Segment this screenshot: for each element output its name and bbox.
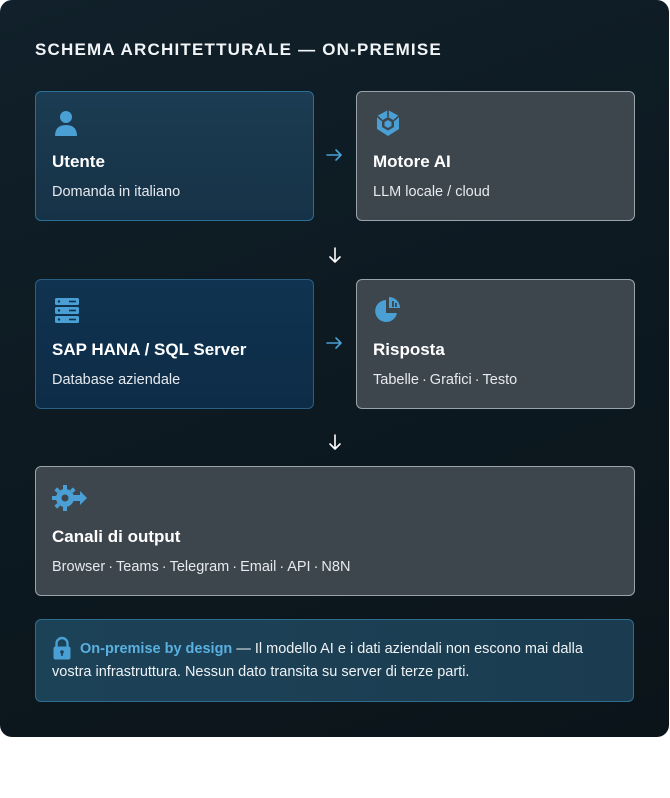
output-item: Tabelle — [373, 372, 419, 388]
separator: · — [161, 559, 167, 575]
output-channel: API — [287, 559, 311, 575]
card-title: Utente — [52, 152, 105, 171]
output-item: Grafici — [429, 372, 472, 388]
note-highlight: On-premise by design — [80, 641, 233, 657]
architecture-panel: SCHEMA ARCHITETTURALE — ON-PREMISE Utent… — [0, 0, 669, 737]
note-text: On-premise by design — Il modello AI e i… — [52, 638, 617, 684]
card-canali-output: Canali di output Browser · Teams · Telegram ·… — [35, 466, 635, 596]
output-channel: Teams — [116, 559, 159, 575]
page-title: SCHEMA ARCHITETTURALE — ON-PREMISE — [35, 40, 442, 59]
card-subtitle: LLM locale / cloud — [373, 184, 490, 200]
user-icon — [52, 108, 82, 138]
separator: · — [313, 559, 319, 575]
card-title: Canali di output — [52, 527, 181, 546]
arrow-down-icon — [328, 434, 342, 452]
server-icon — [52, 296, 82, 326]
output-channel: Browser — [52, 559, 106, 575]
separator: · — [279, 559, 285, 575]
output-channel: Telegram — [169, 559, 230, 575]
card-utente: Utente Domanda in italiano — [35, 91, 314, 221]
card-title: SAP HANA / SQL Server — [52, 340, 247, 359]
card-risposta: Risposta Tabelle · Grafici · Testo — [356, 279, 635, 409]
arrow-down-icon — [328, 247, 342, 265]
arrow-right-icon — [326, 148, 344, 162]
ai-cube-icon — [373, 108, 403, 138]
card-subtitle-list: Browser · Teams · Telegram · Email · API · N8N — [52, 559, 350, 575]
on-premise-note: On-premise by design — Il modello AI e i… — [35, 619, 634, 702]
card-motore-ai: Motore AI LLM locale / cloud — [356, 91, 635, 221]
output-item: Testo — [482, 372, 518, 388]
separator: · — [474, 372, 480, 388]
card-title: Risposta — [373, 340, 445, 359]
gear-arrow-icon — [52, 483, 88, 513]
arrow-right-icon — [326, 336, 344, 350]
separator: · — [108, 559, 114, 575]
output-channel: N8N — [321, 559, 351, 575]
output-channel: Email — [240, 559, 277, 575]
card-subtitle-list: Tabelle · Grafici · Testo — [373, 372, 517, 388]
card-subtitle: Domanda in italiano — [52, 184, 181, 200]
separator: · — [232, 559, 238, 575]
card-title: Motore AI — [373, 152, 451, 171]
card-subtitle: Database aziendale — [52, 372, 181, 388]
pie-chart-icon — [373, 296, 403, 326]
separator: · — [421, 372, 427, 388]
card-database: SAP HANA / SQL Server Database aziendale — [35, 279, 314, 409]
